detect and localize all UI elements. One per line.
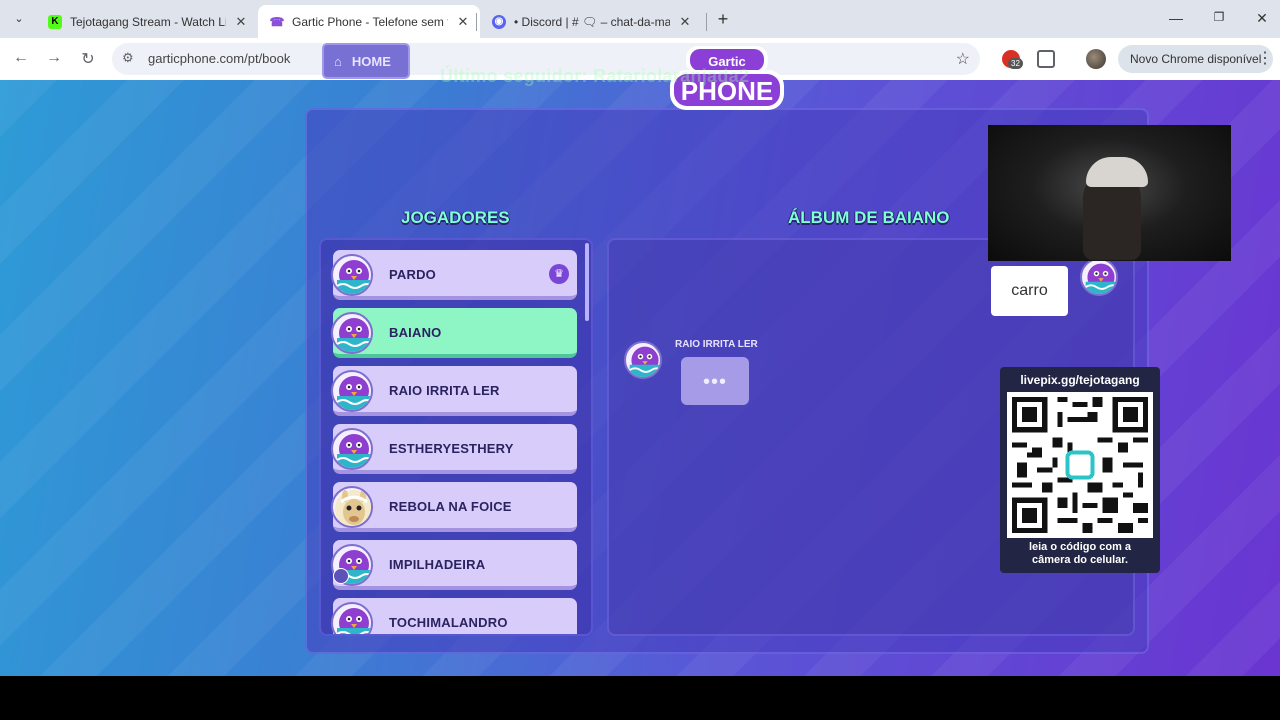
answer-bubble: carro	[991, 266, 1068, 316]
discord-icon: ◉	[492, 14, 506, 29]
bird-avatar-icon	[624, 341, 662, 379]
qr-caption-line1: leia o código com a	[1028, 541, 1132, 553]
bird-avatar-icon	[331, 602, 373, 634]
tab-discord[interactable]: ◉ • Discord | # 🗨 – chat-da-mala ✕	[480, 5, 702, 38]
phone-icon: ☎	[269, 14, 285, 29]
player-name: RAIO IRRITA LER	[389, 383, 500, 398]
tab-separator	[476, 13, 477, 31]
bird-avatar-icon	[331, 370, 373, 412]
bird-avatar-icon	[1080, 258, 1118, 296]
player-card-baiano: BAIANO	[331, 308, 577, 358]
new-tab-button[interactable]: +	[713, 9, 733, 30]
tab-tejotagang-stream[interactable]: K Tejotagang Stream - Watch Live ✕	[36, 5, 258, 38]
bird-avatar-icon	[331, 312, 373, 354]
album-entry-author: RAIO IRRITA LER	[675, 339, 758, 350]
livepix-qr-card: livepix.gg/tejotagang leia o código com …	[1000, 367, 1160, 573]
kick-icon: K	[48, 14, 62, 29]
user-badge-icon	[333, 568, 349, 584]
last-follower-overlay: Último seguidor: Ratariolaranjada2	[440, 66, 750, 86]
extensions-puzzle-icon[interactable]	[1037, 50, 1055, 68]
tab-title: Tejotagang Stream - Watch Live	[70, 14, 226, 29]
close-tab-icon[interactable]: ✕	[456, 14, 470, 30]
webcam-overlay	[988, 125, 1231, 261]
player-card-raio-irrita-ler: RAIO IRRITA LER	[331, 366, 577, 416]
tab-search-button[interactable]: ⌄	[8, 8, 30, 30]
tab-separator	[706, 13, 707, 31]
forward-icon[interactable]: →	[44, 49, 64, 67]
player-name: IMPILHADEIRA	[389, 557, 486, 572]
players-scrollbar[interactable]	[585, 243, 589, 321]
reload-icon[interactable]: ↻	[78, 49, 98, 69]
crown-icon: ♛	[549, 264, 569, 284]
profile-avatar[interactable]	[1086, 49, 1106, 69]
chrome-menu-icon[interactable]: ⋮	[1257, 48, 1273, 68]
bookmark-star-icon[interactable]: ☆	[956, 49, 970, 69]
url-text[interactable]: garticphone.com/pt/book	[148, 51, 290, 66]
player-card-estheryesthery: ESTHERYESTHERY	[331, 424, 577, 474]
close-tab-icon[interactable]: ✕	[678, 14, 692, 30]
extension-badge: 32	[1008, 58, 1023, 69]
close-tab-icon[interactable]: ✕	[234, 14, 248, 30]
qr-code-icon	[1007, 392, 1153, 538]
qr-caption: leia o código com a câmera do celular.	[1000, 541, 1160, 567]
player-name: PARDO	[389, 267, 436, 282]
typing-indicator: •••	[681, 357, 749, 405]
album-title: ÁLBUM DE BAIANO	[788, 208, 950, 227]
letterbox-bar	[0, 676, 1280, 720]
player-card-tochimalandro: TOCHIMALANDRO	[331, 598, 577, 634]
back-icon[interactable]: ←	[11, 49, 31, 67]
bird-avatar-icon	[331, 254, 373, 296]
streamer-cap	[1086, 157, 1148, 187]
tab-gartic-phone[interactable]: ☎ Gartic Phone - Telefone sem fio ✕	[258, 5, 480, 38]
restore-icon[interactable]: ❐	[1209, 10, 1229, 24]
bird-avatar-icon	[331, 428, 373, 470]
qr-caption-line2: câmera do celular.	[1032, 554, 1128, 566]
llama-avatar-icon	[331, 486, 373, 528]
player-card-pardo: PARDO ♛	[331, 250, 577, 300]
minimize-icon[interactable]: —	[1166, 10, 1186, 26]
home-label: HOME	[351, 53, 391, 69]
player-card-impilhadeira: IMPILHADEIRA	[331, 540, 577, 590]
player-name: BAIANO	[389, 325, 442, 340]
player-card-rebola-na-foice: REBOLA NA FOICE	[331, 482, 577, 532]
player-name: TOCHIMALANDRO	[389, 615, 508, 630]
tab-title: • Discord | # 🗨 – chat-da-mala	[514, 14, 670, 29]
tab-title: Gartic Phone - Telefone sem fio	[292, 14, 448, 29]
tab-strip: ⌄ K Tejotagang Stream - Watch Live ✕ ☎ G…	[0, 0, 1280, 38]
home-icon: ⌂	[334, 53, 342, 69]
site-info-icon[interactable]: ⚙	[122, 50, 134, 66]
player-name: REBOLA NA FOICE	[389, 499, 512, 514]
players-list[interactable]: PARDO ♛ BAIANO RAIO IRRITA LER ESTHERYES…	[319, 238, 593, 636]
player-name: ESTHERYESTHERY	[389, 441, 514, 456]
qr-url: livepix.gg/tejotagang	[1020, 373, 1140, 387]
close-window-icon[interactable]: ✕	[1252, 10, 1272, 27]
chrome-update-button[interactable]: Novo Chrome disponível	[1118, 45, 1274, 73]
home-button[interactable]: ⌂ HOME	[322, 43, 410, 79]
players-title: JOGADORES	[401, 208, 510, 227]
